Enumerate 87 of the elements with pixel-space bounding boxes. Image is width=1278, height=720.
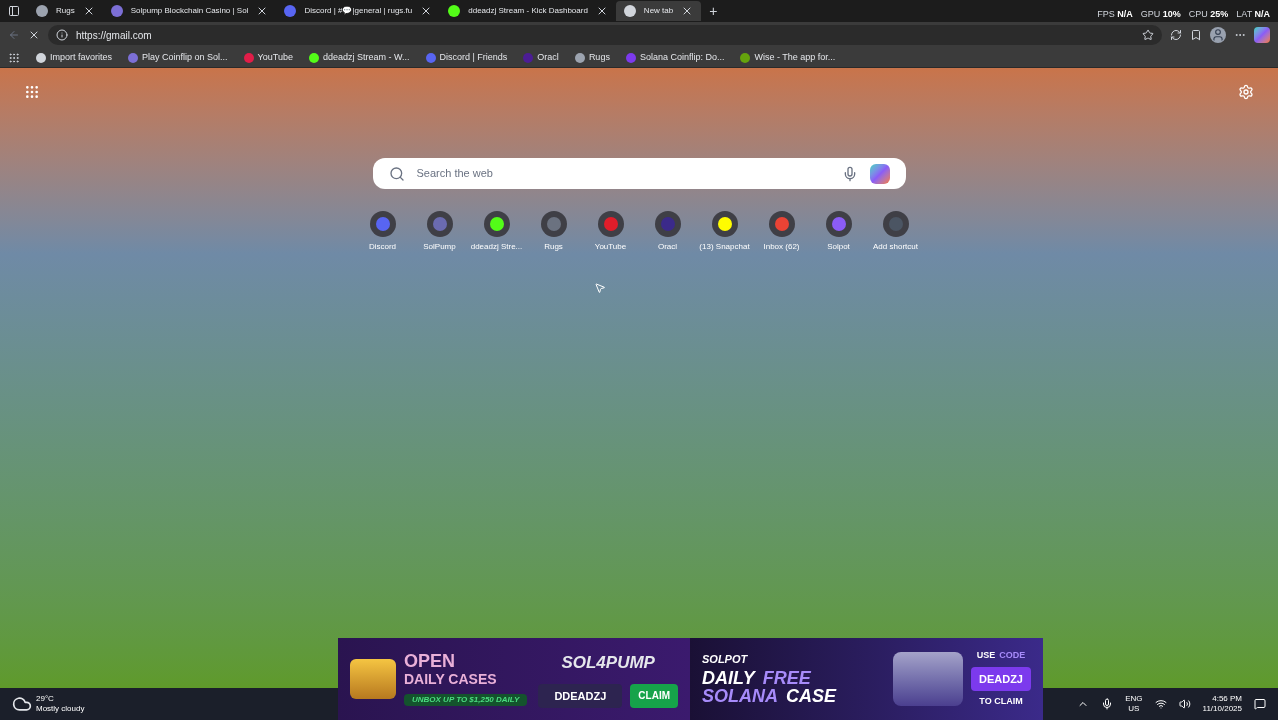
- shortcut-label: ddeadzj Stre...: [470, 241, 523, 253]
- bookmark-item[interactable]: Oracl: [523, 50, 559, 65]
- brand-logo: SOL4PUMP: [561, 652, 655, 674]
- perf-stat: LAT N/A: [1236, 8, 1270, 22]
- shortcut-tile[interactable]: (13) Snapchat: [698, 211, 751, 253]
- bookmark-item[interactable]: Rugs: [574, 50, 610, 65]
- notification-icon[interactable]: [1254, 698, 1266, 710]
- apps-icon[interactable]: [24, 84, 40, 100]
- ad-headline: SOLANA: [702, 686, 778, 705]
- shortcut-tile[interactable]: Solpot: [812, 211, 865, 253]
- browser-tab[interactable]: Rugs: [28, 1, 103, 21]
- ad-headline: CASE: [786, 686, 836, 705]
- shortcut-label: Oracl: [657, 241, 678, 253]
- perf-stat: CPU 25%: [1188, 8, 1229, 22]
- perf-stat: GPU 10%: [1140, 8, 1181, 22]
- bookmarks-menu-icon[interactable]: [8, 51, 20, 64]
- shortcut-label: Rugs: [544, 241, 563, 253]
- copilot-icon[interactable]: [1254, 27, 1270, 43]
- tab-title: New tab: [643, 5, 674, 17]
- tab-title: ddeadzj Stream - Kick Dashboard: [468, 5, 588, 17]
- address-bar[interactable]: https://gmail.com: [48, 25, 1162, 45]
- copilot-icon[interactable]: [869, 163, 890, 184]
- perf-stat: FPS N/A: [1097, 8, 1133, 22]
- shortcut-label: YouTube: [594, 241, 627, 253]
- shortcut-label: Inbox (62): [763, 241, 800, 253]
- shortcut-tile[interactable]: SolPump: [413, 211, 466, 253]
- brand-logo: SOLPOT: [702, 653, 749, 665]
- ad-text: USE: [976, 649, 996, 663]
- shortcut-tile[interactable]: ddeadzj Stre...: [470, 211, 523, 253]
- refresh-icon[interactable]: [1170, 29, 1182, 41]
- weather-icon[interactable]: [12, 694, 32, 714]
- shortcut-tile[interactable]: Discord: [356, 211, 409, 253]
- shortcut-label: Solpot: [827, 241, 850, 253]
- ad-headline: DAILY CASES: [404, 672, 498, 686]
- ad-headline: DAILY: [702, 668, 755, 687]
- search-bar[interactable]: Search the web: [372, 158, 906, 189]
- shortcut-tile[interactable]: Inbox (62): [755, 211, 808, 253]
- shortcut-tile[interactable]: Add shortcut: [869, 211, 922, 253]
- search-field[interactable]: Search the web: [416, 165, 830, 182]
- region-text[interactable]: US: [1128, 704, 1140, 714]
- stop-icon[interactable]: [28, 29, 40, 41]
- bookmark-item[interactable]: Play Coinflip on Sol...: [128, 50, 228, 65]
- tab-actions-icon[interactable]: [8, 5, 20, 17]
- ad-subtext: UNBOX UP TO $1,250 DAILY: [404, 694, 528, 706]
- shortcut-label: Discord: [368, 241, 397, 253]
- clock-date[interactable]: 11/10/2025: [1202, 704, 1242, 714]
- browser-tab[interactable]: ddeadzj Stream - Kick Dashboard: [440, 1, 616, 21]
- shortcut-label: Add shortcut: [873, 241, 918, 253]
- tab-title: Solpump Blockchain Casino | Sol: [130, 5, 249, 17]
- profile-icon[interactable]: [1210, 27, 1226, 43]
- mouse-cursor-icon: [594, 282, 606, 294]
- bookmark-item[interactable]: Import favorites: [36, 50, 113, 65]
- tab-title: Discord | #💬|general | rugs.fu: [304, 5, 413, 17]
- bookmark-item[interactable]: YouTube: [243, 50, 293, 65]
- shortcut-tile[interactable]: Oracl: [641, 211, 694, 253]
- shortcut-tile[interactable]: YouTube: [584, 211, 637, 253]
- ad-text: TO CLAIM: [979, 695, 1023, 709]
- bookmark-item[interactable]: Wise - The app for...: [740, 50, 836, 65]
- shortcut-label: (13) Snapchat: [699, 241, 750, 253]
- browser-tab[interactable]: Discord | #💬|general | rugs.fu: [276, 1, 441, 21]
- star-icon[interactable]: [1142, 29, 1154, 41]
- search-icon: [388, 165, 405, 182]
- shortcut-tile[interactable]: Rugs: [527, 211, 580, 253]
- shortcut-label: SolPump: [423, 241, 456, 253]
- bookmark-item[interactable]: ddeadzj Stream - W...: [308, 50, 410, 65]
- promo-code: DEADZJ: [971, 666, 1031, 692]
- weather-text: Mostly cloudy: [36, 704, 85, 714]
- temperature-text: 29°C: [36, 694, 55, 704]
- browser-tab[interactable]: New tab: [615, 1, 702, 21]
- language-text[interactable]: ENG: [1125, 694, 1143, 704]
- network-icon[interactable]: [1154, 698, 1167, 710]
- clock-time[interactable]: 4:56 PM: [1212, 694, 1242, 704]
- ad-headline: FREE: [762, 668, 811, 687]
- new-tab-button[interactable]: +: [709, 4, 718, 18]
- bookmark-item[interactable]: Solana Coinflip: Do...: [625, 50, 725, 65]
- promo-code: DDEADZJ: [538, 683, 623, 708]
- settings-icon[interactable]: [1238, 84, 1254, 100]
- browser-tab[interactable]: Solpump Blockchain Casino | Sol: [102, 1, 277, 21]
- microphone-icon[interactable]: [1101, 698, 1114, 710]
- ad-text: CODE: [999, 649, 1026, 663]
- tab-title: Rugs: [56, 5, 75, 17]
- favorites-icon[interactable]: [1190, 29, 1202, 41]
- url-text: https://gmail.com: [76, 28, 153, 43]
- info-icon[interactable]: [56, 29, 68, 41]
- ad-headline: OPEN: [404, 652, 456, 670]
- speaker-icon[interactable]: [1178, 698, 1191, 710]
- bookmark-item[interactable]: Discord | Friends: [425, 50, 508, 65]
